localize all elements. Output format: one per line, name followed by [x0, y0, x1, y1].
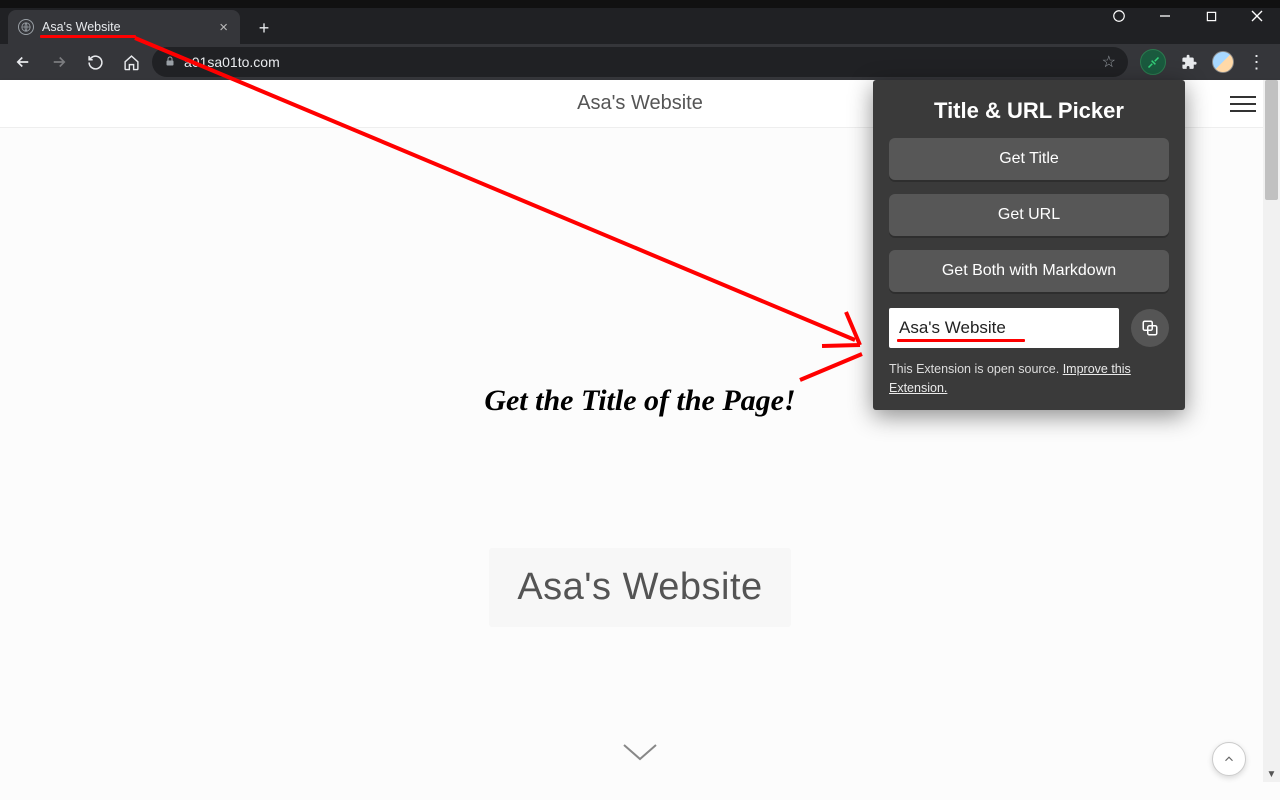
copy-button[interactable] [1131, 309, 1169, 347]
scroll-down-chevron-icon[interactable] [620, 741, 660, 770]
browser-tab[interactable]: Asa's Website × [8, 10, 240, 44]
globe-icon [18, 19, 34, 35]
vertical-scrollbar[interactable]: ▼ [1263, 80, 1280, 782]
tab-strip: Asa's Website × + [0, 8, 1280, 44]
active-extension-icon[interactable] [1140, 49, 1166, 75]
tab-title: Asa's Website [42, 20, 121, 34]
chrome-sync-icon[interactable] [1096, 0, 1142, 32]
url-text: a01sa01to.com [184, 54, 280, 70]
lock-icon [164, 55, 176, 70]
new-tab-button[interactable]: + [250, 14, 278, 42]
hero-title: Asa's Website [489, 548, 790, 627]
extension-popup: Title & URL Picker Get Title Get URL Get… [873, 80, 1185, 410]
extension-footer-text: This Extension is open source. [889, 362, 1063, 376]
browser-toolbar: a01sa01to.com ☆ ⋮ [0, 44, 1280, 80]
get-title-button[interactable]: Get Title [889, 138, 1169, 180]
profile-avatar[interactable] [1212, 51, 1234, 73]
address-bar[interactable]: a01sa01to.com ☆ [152, 47, 1128, 77]
extensions-area: ⋮ [1140, 47, 1272, 77]
extension-footer: This Extension is open source. Improve t… [889, 360, 1169, 398]
extension-output-field[interactable]: Asa's Website [889, 308, 1119, 348]
close-window-button[interactable] [1234, 0, 1280, 32]
get-both-markdown-button[interactable]: Get Both with Markdown [889, 250, 1169, 292]
hamburger-menu-button[interactable] [1230, 96, 1256, 112]
home-button[interactable] [116, 47, 146, 77]
back-button[interactable] [8, 47, 38, 77]
scrollbar-down-arrow-icon[interactable]: ▼ [1263, 769, 1280, 780]
extensions-puzzle-icon[interactable] [1174, 47, 1204, 77]
scrollbar-thumb[interactable] [1265, 80, 1278, 200]
annotation-underline [897, 339, 1025, 342]
window-controls [1096, 0, 1280, 32]
reload-button[interactable] [80, 47, 110, 77]
forward-button[interactable] [44, 47, 74, 77]
maximize-button[interactable] [1188, 0, 1234, 32]
close-tab-icon[interactable]: × [217, 17, 230, 38]
extension-output-value: Asa's Website [899, 318, 1006, 338]
minimize-button[interactable] [1142, 0, 1188, 32]
site-header-title: Asa's Website [577, 92, 703, 115]
get-url-button[interactable]: Get URL [889, 194, 1169, 236]
chrome-menu-button[interactable]: ⋮ [1242, 47, 1272, 77]
bookmark-star-icon[interactable]: ☆ [1102, 52, 1116, 72]
window-titlebar [0, 0, 1280, 8]
scroll-to-top-button[interactable] [1212, 742, 1246, 776]
extension-popup-title: Title & URL Picker [889, 98, 1169, 124]
